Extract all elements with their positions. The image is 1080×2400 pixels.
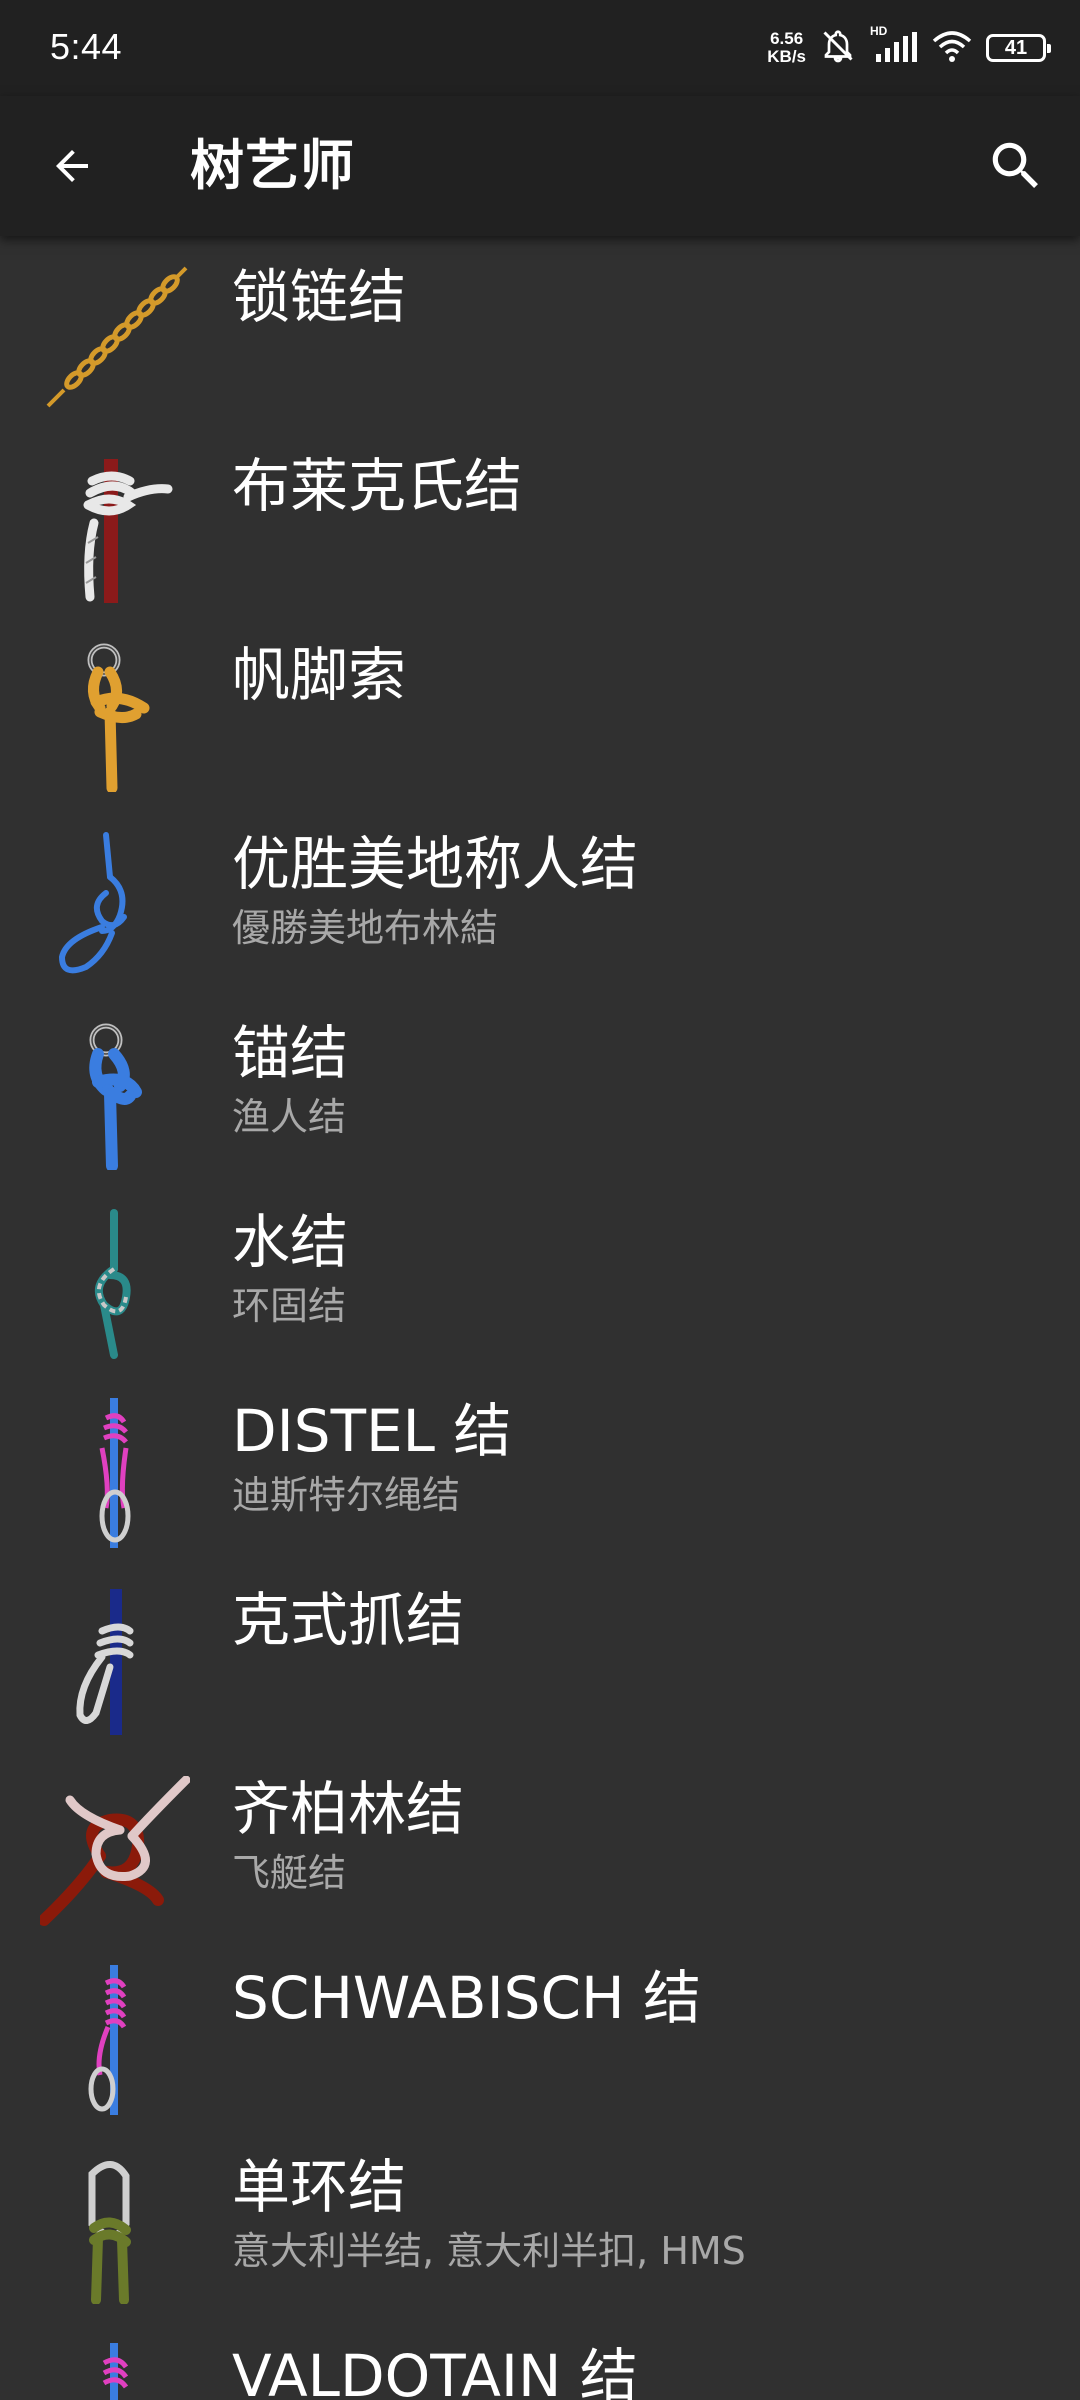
valdotain-tresse-icon: [40, 2343, 190, 2400]
list-item[interactable]: 齐柏林结 飞艇结: [0, 1748, 1080, 1937]
list-item[interactable]: 锁链结: [0, 236, 1080, 425]
battery-icon: 41: [986, 34, 1051, 62]
back-button[interactable]: [36, 130, 108, 202]
anchor-hitch-icon: [40, 1020, 190, 1170]
list-item[interactable]: 布莱克氏结: [0, 425, 1080, 614]
knot-title: 齐柏林结: [232, 1775, 465, 1843]
knot-title: 锁链结: [232, 263, 407, 331]
list-item[interactable]: 水结 环固结: [0, 1181, 1080, 1370]
klemheist-knot-icon: [40, 1587, 190, 1737]
knot-list[interactable]: 锁链结 布莱克氏结 帆脚索 优胜美地称人结 優勝美地布林結 锚结 渔人结 水结 …: [0, 236, 1080, 2400]
status-icons: 6.56 KB/s HD 41: [767, 24, 1051, 70]
water-knot-icon: [40, 1209, 190, 1359]
list-item[interactable]: 优胜美地称人结 優勝美地布林結: [0, 803, 1080, 992]
munter-hitch-icon: [40, 2154, 190, 2304]
screen: 5:44 6.56 KB/s HD 41 树艺师 锁链结 布莱克氏结 帆脚索 优…: [0, 0, 1080, 2400]
blakes-hitch-icon: [40, 453, 190, 603]
chain-knot-icon: [40, 264, 190, 414]
bowline-icon: [40, 642, 190, 792]
zeppelin-bend-icon: [40, 1776, 190, 1926]
knot-subtitle: 優勝美地布林結: [232, 906, 499, 950]
knot-title: 单环结: [232, 2153, 407, 2221]
search-icon: [992, 142, 1038, 188]
knot-title: 锚结: [232, 1019, 349, 1087]
knot-title: 优胜美地称人结: [232, 830, 639, 898]
list-item[interactable]: 单环结 意大利半结, 意大利半扣, HMS: [0, 2126, 1080, 2315]
knot-title: 水结: [232, 1208, 349, 1276]
knot-title: DISTEL 结: [232, 1397, 512, 1465]
knot-subtitle: 意大利半结, 意大利半扣, HMS: [232, 2229, 746, 2273]
knot-title: SCHWABISCH 结: [232, 1964, 702, 2032]
list-item[interactable]: 帆脚索: [0, 614, 1080, 803]
wifi-icon: [932, 29, 972, 67]
network-speed-value: 6.56: [770, 29, 804, 48]
list-item[interactable]: VALDOTAIN 结: [0, 2315, 1080, 2400]
notifications-off-icon: [820, 28, 856, 68]
network-speed: 6.56 KB/s: [767, 30, 806, 66]
cellular-signal-icon: HD: [870, 24, 918, 66]
network-speed-unit: KB/s: [767, 47, 806, 66]
knot-subtitle: 环固结: [232, 1284, 347, 1328]
yosemite-bowline-icon: [40, 831, 190, 981]
knot-subtitle: 迪斯特尔绳结: [232, 1473, 461, 1517]
app-bar: 树艺师: [0, 96, 1080, 236]
page-title: 树艺师: [190, 134, 355, 197]
schwabisch-hitch-icon: [40, 1965, 190, 2115]
knot-subtitle: 飞艇结: [232, 1851, 347, 1895]
status-time: 5:44: [50, 26, 123, 67]
knot-title: 克式抓结: [232, 1586, 465, 1654]
search-button[interactable]: [976, 126, 1056, 206]
list-item[interactable]: SCHWABISCH 结: [0, 1937, 1080, 2126]
battery-level: 41: [1004, 36, 1028, 59]
knot-title: VALDOTAIN 结: [232, 2342, 638, 2400]
list-item[interactable]: DISTEL 结 迪斯特尔绳结: [0, 1370, 1080, 1559]
status-bar: 5:44 6.56 KB/s HD 41: [0, 0, 1080, 96]
knot-subtitle: 渔人结: [232, 1095, 347, 1139]
list-item[interactable]: 克式抓结: [0, 1559, 1080, 1748]
arrow-back-icon: [56, 150, 88, 182]
knot-title: 帆脚索: [232, 641, 407, 709]
knot-title: 布莱克氏结: [232, 452, 523, 520]
distel-hitch-icon: [40, 1398, 190, 1548]
list-item[interactable]: 锚结 渔人结: [0, 992, 1080, 1181]
